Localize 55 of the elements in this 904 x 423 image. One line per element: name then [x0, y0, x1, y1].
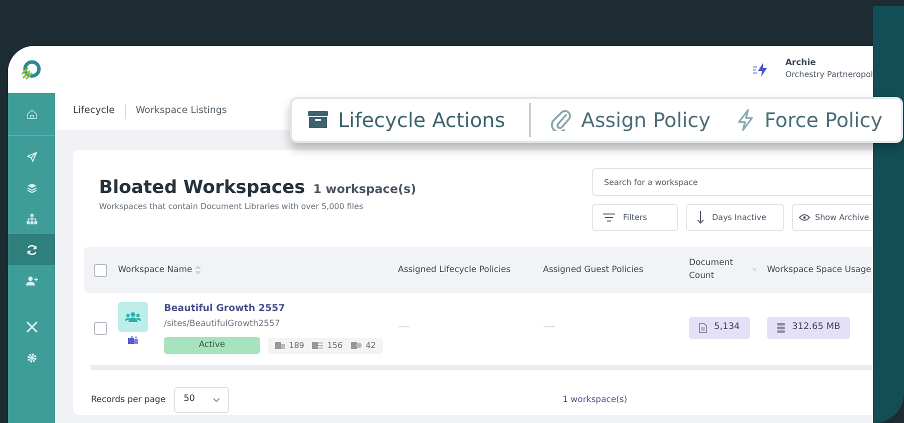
breadcrumb-link[interactable]: Lifecycle [73, 104, 126, 119]
total-workspaces: 1 workspace(s) [562, 394, 628, 406]
empty-value: ------ [543, 322, 554, 332]
sync-icon [26, 244, 38, 256]
page-subtitle: Workspaces that contain Document Libraries with over 5,000 files [99, 201, 364, 213]
column-header[interactable]: Document Count [689, 257, 767, 283]
action-button[interactable]: Force Policy [736, 105, 882, 135]
records-per-page-label: Records per page [91, 394, 166, 406]
column-header[interactable]: Assigned Guest Policies [543, 264, 689, 276]
status-badge: Active [164, 337, 260, 354]
action-button[interactable]: Assign Policy [551, 105, 710, 135]
toolbar-button[interactable]: Show Archive [792, 204, 873, 231]
document-count-chip: 5,134 [689, 317, 750, 339]
page-size-select[interactable]: 50 [174, 387, 229, 413]
workspace-path: /sites/BeautifulGrowth2557 [164, 318, 281, 332]
breadcrumb-link[interactable]: Workspace Listings [126, 104, 237, 119]
horizontal-scrollbar[interactable] [91, 365, 873, 370]
lightning-icon[interactable] [753, 62, 770, 76]
layers-icon [26, 182, 38, 194]
search-field[interactable]: Search for a workspace [592, 168, 873, 196]
checkbox[interactable] [94, 264, 107, 276]
users-icon [26, 274, 38, 286]
arrow-down-icon [697, 211, 704, 224]
space-usage-chip: 312.65 MB [767, 317, 850, 339]
column-header[interactable]: Workspace Space Usage [767, 264, 873, 276]
chevron-down-icon [212, 398, 220, 402]
gear-icon [26, 352, 38, 364]
eye-icon [799, 214, 810, 221]
workspace-stats: 189 156 42 [268, 338, 383, 354]
paperclip-icon [551, 109, 572, 131]
home-icon [26, 108, 38, 120]
tools-icon [26, 320, 38, 332]
document-icon [699, 323, 707, 333]
sort-icon [195, 264, 202, 276]
logo-icon [20, 58, 42, 80]
toolbar-button[interactable]: Filters [592, 204, 678, 231]
page-title: Bloated Workspaces [99, 176, 306, 200]
organization-name: Orchestry Partneropol [785, 68, 873, 81]
sitemap-icon [26, 212, 38, 224]
column-header[interactable]: Assigned Lifecycle Policies [398, 264, 543, 276]
paper-plane-icon [26, 150, 38, 162]
toolbar-button[interactable]: Days Inactive [686, 204, 784, 231]
checkbox[interactable] [94, 322, 107, 334]
empty-value: ------ [398, 322, 410, 332]
lightning-icon [736, 109, 754, 131]
user-name: Archie [785, 58, 817, 69]
workspace-name-link[interactable]: Beautiful Growth 2557 [164, 302, 383, 316]
workspace-count: 1 workspace(s) [313, 181, 416, 198]
action-button[interactable]: Lifecycle Actions [308, 105, 506, 135]
people-icon [125, 312, 141, 322]
column-header[interactable]: Workspace Name [118, 264, 398, 276]
database-icon [777, 323, 785, 333]
archive-icon [308, 111, 328, 129]
filter-icon [603, 213, 615, 222]
sidebar-item[interactable] [8, 234, 55, 265]
